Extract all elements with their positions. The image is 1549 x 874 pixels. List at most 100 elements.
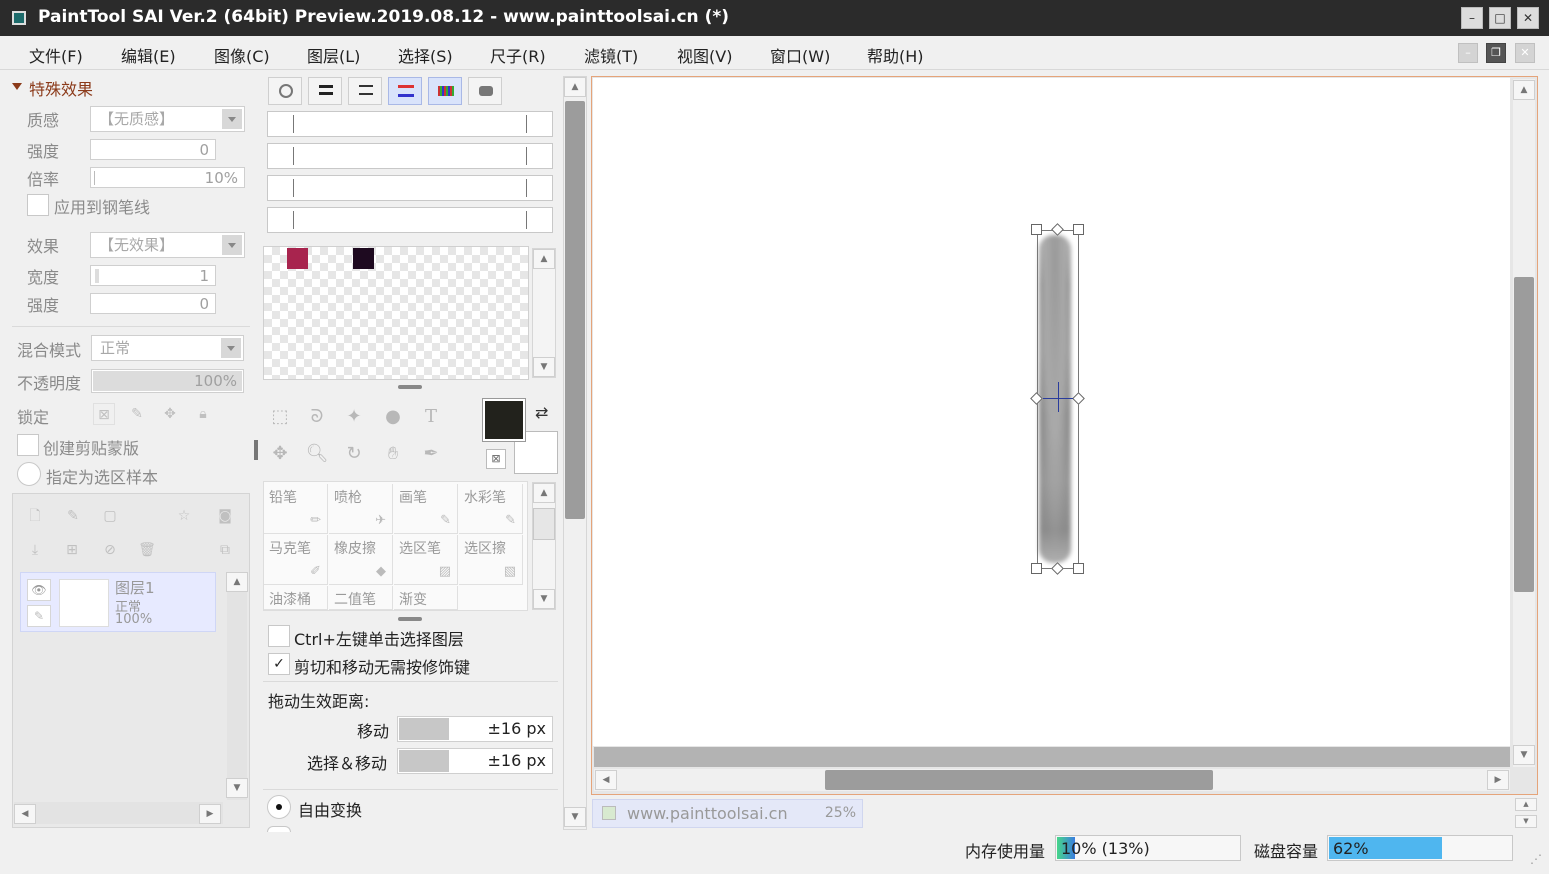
menu-help[interactable]: 帮助(H) <box>867 43 924 67</box>
apply-pen-checkbox[interactable] <box>27 194 49 216</box>
clip-mask-checkbox[interactable] <box>17 434 39 456</box>
scratchpad-button[interactable] <box>468 77 502 105</box>
scroll-left-icon[interactable]: ◀ <box>595 770 617 790</box>
lock-paint-icon[interactable]: ✎ <box>126 403 148 425</box>
swatch[interactable] <box>287 248 308 269</box>
swatch[interactable] <box>353 248 374 269</box>
menu-filter[interactable]: 滤镜(T) <box>584 43 638 67</box>
minimize-button[interactable]: – <box>1461 7 1483 29</box>
menu-layer[interactable]: 图层(L) <box>307 43 360 67</box>
lock-all-icon[interactable]: 🔒︎ <box>192 403 214 425</box>
brush-gradient[interactable]: 渐变 <box>394 586 458 610</box>
scroll-thumb[interactable] <box>533 508 555 540</box>
pencil-icon[interactable]: ✎ <box>27 605 51 627</box>
canvas[interactable] <box>593 78 1510 746</box>
rotate-icon[interactable]: ↻ <box>337 438 371 470</box>
lasso-icon[interactable]: ᘐ <box>300 401 334 433</box>
ctrl-click-checkbox[interactable] <box>268 625 290 647</box>
scroll-down-icon[interactable]: ▼ <box>1513 745 1535 765</box>
scroll-up-icon[interactable]: ▲ <box>564 77 586 97</box>
shape-icon[interactable]: ● <box>376 401 410 433</box>
scroll-up-icon[interactable]: ▲ <box>1513 80 1535 100</box>
scroll-down-icon[interactable]: ▼ <box>226 778 248 798</box>
blend-mode-dropdown[interactable]: 正常 <box>91 335 244 361</box>
menu-ruler[interactable]: 尺子(R) <box>490 43 546 67</box>
merge-visible-icon[interactable]: ⧉ <box>214 539 236 561</box>
color-slider-3[interactable] <box>267 175 553 201</box>
brush-watercolor[interactable]: 水彩笔 ✎ <box>459 484 523 534</box>
panel-splitter[interactable] <box>398 385 422 389</box>
maximize-button[interactable]: □ <box>1489 7 1511 29</box>
strength2-field[interactable]: 0 <box>90 293 216 314</box>
layer-scrollbar[interactable] <box>227 572 247 800</box>
merge-down-icon[interactable]: ⤓ <box>24 539 46 561</box>
swatch-button[interactable] <box>388 77 422 105</box>
brush-eraser[interactable]: 橡皮擦 ◆ <box>329 535 393 585</box>
layer-row[interactable]: 👁︎ ✎ 图层1 正常 100% <box>20 572 216 632</box>
lock-move-icon[interactable]: ✥ <box>159 403 181 425</box>
menu-edit[interactable]: 编辑(E) <box>121 43 176 67</box>
color-slider-1[interactable] <box>267 111 553 137</box>
free-transform-radio[interactable] <box>267 795 291 819</box>
scale-field[interactable]: 10% <box>90 167 245 188</box>
opacity-slider[interactable]: 100% <box>91 369 244 393</box>
scroll-up-icon[interactable]: ▲ <box>533 483 555 503</box>
brush-select-pen[interactable]: 选区笔 ▨ <box>394 535 458 585</box>
rgb-slider-button[interactable] <box>308 77 342 105</box>
magic-wand-icon[interactable]: ✦ <box>337 401 371 433</box>
swap-colors-icon[interactable]: ⇄ <box>535 403 548 422</box>
scroll-thumb[interactable] <box>565 101 585 519</box>
brush-bucket[interactable]: 油漆桶 <box>264 586 328 610</box>
add-layer-icon[interactable]: ⊞ <box>61 539 83 561</box>
strength-field[interactable]: 0 <box>90 139 216 160</box>
brush-select-eraser[interactable]: 选区擦 ▧ <box>459 535 523 585</box>
primary-color[interactable] <box>482 398 526 442</box>
scroll-up-icon[interactable]: ▲ <box>533 249 555 269</box>
transform-handle[interactable] <box>1031 224 1042 235</box>
close-button[interactable]: ✕ <box>1517 7 1539 29</box>
transform-handle[interactable] <box>1073 563 1084 574</box>
color-wheel-button[interactable] <box>268 77 302 105</box>
doc-minimize-button[interactable]: – <box>1458 43 1478 63</box>
collapse-arrow-icon[interactable] <box>12 83 22 90</box>
new-linework-layer-icon[interactable]: ✎ <box>62 505 84 527</box>
document-tab[interactable]: www.painttoolsai.cn 25% <box>592 799 863 828</box>
delete-layer-icon[interactable]: 🗑︎ <box>136 539 158 561</box>
effect-dropdown[interactable]: 【无效果】 <box>90 232 245 258</box>
scroll-thumb[interactable] <box>825 770 1213 790</box>
layer-effect-icon[interactable]: ☆ <box>173 505 195 527</box>
panel-splitter[interactable] <box>254 440 258 460</box>
width-field[interactable]: 1 <box>90 265 216 286</box>
tab-scroll-up-icon[interactable]: ▲ <box>1515 798 1537 811</box>
brush-airbrush[interactable]: 喷枪 ✈︎ <box>329 484 393 534</box>
zoom-icon[interactable]: 🔍︎ <box>300 438 334 470</box>
color-slider-4[interactable] <box>267 207 553 233</box>
scroll-down-icon[interactable]: ▼ <box>564 807 586 827</box>
menu-window[interactable]: 窗口(W) <box>770 43 830 67</box>
brush-marker[interactable]: 马克笔 ✐ <box>264 535 328 585</box>
text-icon[interactable]: T <box>414 401 448 433</box>
eye-icon[interactable]: 👁︎ <box>27 579 51 601</box>
cut-move-checkbox[interactable]: ✓ <box>268 653 290 675</box>
scroll-down-icon[interactable]: ▼ <box>533 589 555 609</box>
tab-scroll-down-icon[interactable]: ▼ <box>1515 815 1537 828</box>
scroll-up-icon[interactable]: ▲ <box>226 572 248 592</box>
brush-binary-pen[interactable]: 二值笔 <box>329 586 393 610</box>
clear-layer-icon[interactable]: ⊘ <box>99 539 121 561</box>
menu-select[interactable]: 选择(S) <box>398 43 453 67</box>
hand-icon[interactable]: ✋︎ <box>376 438 410 470</box>
resize-grip-icon[interactable]: ⋰ <box>1530 852 1542 866</box>
color-slider-2[interactable] <box>267 143 553 169</box>
transform-handle[interactable] <box>1031 563 1042 574</box>
scroll-left-icon[interactable]: ◀ <box>14 804 36 824</box>
radio-partial[interactable] <box>267 826 291 832</box>
selection-source-radio[interactable] <box>17 462 41 486</box>
scroll-right-icon[interactable]: ▶ <box>1487 770 1509 790</box>
menu-file[interactable]: 文件(F) <box>29 43 83 67</box>
palette-button[interactable] <box>428 77 462 105</box>
brush-pencil[interactable]: 铅笔 ✏︎ <box>264 484 328 534</box>
new-layer-icon[interactable]: 🗋︎ <box>24 505 46 527</box>
lock-transparency-icon[interactable]: ⊠ <box>93 403 115 425</box>
scroll-right-icon[interactable]: ▶ <box>199 804 221 824</box>
scroll-down-icon[interactable]: ▼ <box>533 357 555 377</box>
